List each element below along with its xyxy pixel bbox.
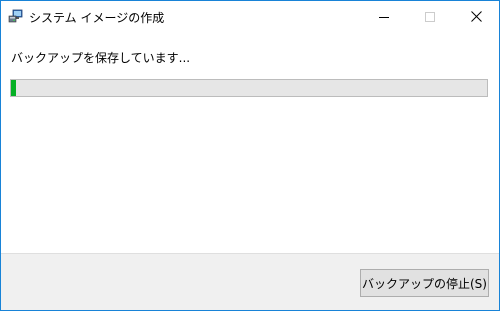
maximize-button xyxy=(407,1,453,32)
status-message: バックアップを保存しています... xyxy=(11,51,191,65)
close-button[interactable] xyxy=(453,1,499,32)
backup-progress-bar xyxy=(10,79,488,97)
button-footer: バックアップの停止(S) xyxy=(1,253,499,310)
minimize-icon xyxy=(379,7,389,26)
close-icon xyxy=(470,7,482,26)
title-bar[interactable]: システム イメージの作成 xyxy=(1,1,499,32)
stop-backup-button[interactable]: バックアップの停止(S) xyxy=(360,269,489,297)
progress-fill xyxy=(11,80,16,96)
maximize-icon xyxy=(425,7,435,26)
minimize-button[interactable] xyxy=(361,1,407,32)
window-title: システム イメージの作成 xyxy=(29,11,165,25)
system-image-icon xyxy=(8,8,24,24)
system-image-window: システム イメージの作成 バックアップを保存しています... バックアップの停止… xyxy=(0,0,500,311)
